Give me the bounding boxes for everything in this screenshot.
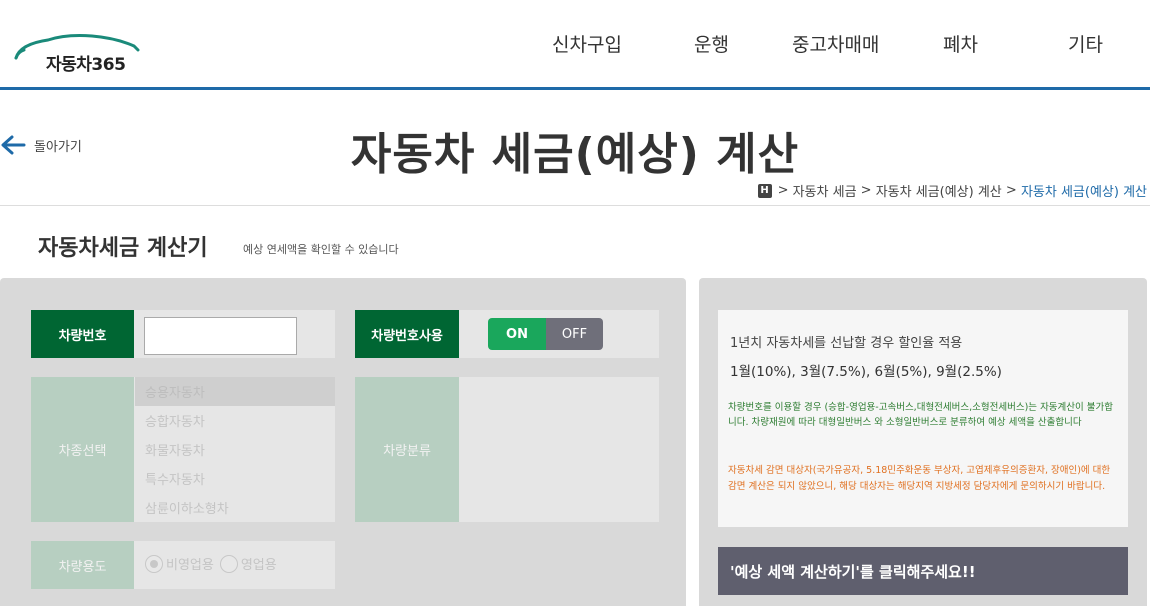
toggle-on-button[interactable]: ON: [488, 318, 546, 350]
vehicle-type-list: 승용자동차 승합자동차 화물자동차 특수자동차 삼륜이하소형차: [135, 377, 335, 522]
home-icon[interactable]: H: [757, 183, 772, 198]
plate-use-label: 차량번호사용: [355, 310, 459, 358]
toggle-off-button[interactable]: OFF: [546, 318, 603, 350]
logo[interactable]: 자동차365: [14, 30, 144, 75]
discount-info-box: 1년치 자동차세를 선납할 경우 할인율 적용 1월(10%), 3월(7.5%…: [718, 310, 1128, 527]
vehicle-type-option[interactable]: 승합자동차: [135, 406, 335, 435]
plate-label: 차량번호: [31, 310, 134, 358]
nav-scrap[interactable]: 폐차: [943, 30, 978, 57]
nav-driving[interactable]: 운행: [694, 30, 729, 57]
site-header: 자동차365 신차구입 운행 중고차매매 폐차 기타: [0, 0, 1150, 88]
discount-title: 1년치 자동차세를 선납할 경우 할인율 적용: [730, 336, 963, 351]
vehicle-type-option[interactable]: 특수자동차: [135, 464, 335, 493]
header-divider: [0, 87, 1150, 90]
usage-label: 차량용도: [31, 541, 134, 589]
usage-radio-group: 비영업용 영업용: [145, 554, 277, 573]
page-title: 자동차 세금(예상) 계산: [350, 129, 800, 180]
breadcrumb-current: 자동차 세금(예상) 계산: [1020, 185, 1147, 200]
calc-result-prompt: '예상 세액 계산하기'를 클릭해주세요!!: [718, 547, 1128, 595]
vehicle-class-label: 차량분류: [355, 377, 459, 522]
radio-label: 비영업용: [166, 558, 214, 573]
breadcrumb: H > 자동차 세금 > 자동차 세금(예상) 계산 > 자동차 세금(예상) …: [757, 181, 1147, 200]
vehicle-type-option[interactable]: 삼륜이하소형차: [135, 493, 335, 522]
radio-non-business[interactable]: [145, 554, 163, 573]
plate-use-toggle[interactable]: ON OFF: [488, 318, 603, 350]
breadcrumb-item[interactable]: 자동차 세금(예상) 계산: [876, 181, 1002, 200]
section-title: 자동차세금 계산기: [38, 236, 208, 261]
divider: [0, 205, 1150, 206]
vehicle-type-option[interactable]: 화물자동차: [135, 435, 335, 464]
nav-etc[interactable]: 기타: [1068, 30, 1103, 57]
nav-new-car[interactable]: 신차구입: [552, 30, 622, 57]
section-subtitle: 예상 연세액을 확인할 수 있습니다: [243, 243, 399, 256]
logo-text: 자동차365: [46, 55, 126, 75]
vehicle-type-label: 차종선택: [31, 377, 134, 522]
bus-calc-note: 차량번호를 이용할 경우 (승합-영업용-고속버스,대형전세버스,소형전세버스)…: [728, 402, 1114, 428]
radio-business[interactable]: [219, 554, 238, 573]
breadcrumb-item[interactable]: 자동차 세금: [793, 181, 857, 200]
exemption-note: 자동차세 감면 대상자(국가유공자, 5.18민주화운동 부상자, 고엽제후유의…: [728, 465, 1111, 492]
plate-number-input[interactable]: [144, 317, 297, 355]
radio-label: 영업용: [240, 558, 277, 573]
vehicle-type-option[interactable]: 승용자동차: [135, 377, 335, 406]
discount-rates: 1월(10%), 3월(7.5%), 6월(5%), 9월(2.5%): [730, 364, 1002, 380]
nav-used-car[interactable]: 중고차매매: [792, 30, 879, 57]
